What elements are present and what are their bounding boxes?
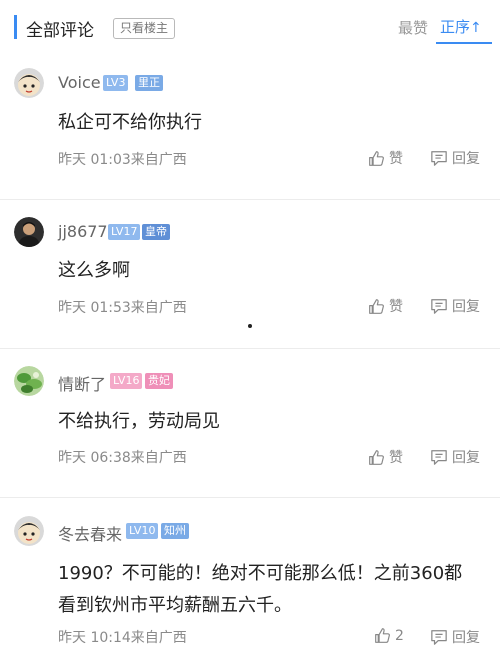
- level-badge: LV3: [103, 75, 129, 91]
- username[interactable]: 冬去春来: [58, 521, 122, 545]
- reply-button[interactable]: 回复: [430, 148, 480, 168]
- reply-bubble-icon: [431, 449, 447, 465]
- like-count: 2: [395, 627, 404, 644]
- thumbs-up-icon: [375, 628, 390, 643]
- like-label: 赞: [389, 450, 403, 466]
- username[interactable]: jj8677: [58, 222, 108, 241]
- reply-button[interactable]: 回复: [430, 447, 480, 467]
- level-badge: LV10: [126, 523, 159, 539]
- comment-item: Voice LV3 里正 私企可不给你执行 昨天 01:03来自广西 赞 回复: [0, 58, 500, 198]
- sort-ascending-label: 正序: [440, 18, 471, 36]
- reply-label: 回复: [452, 450, 480, 466]
- avatar-photo-icon[interactable]: [14, 217, 44, 247]
- comment-meta: 昨天 10:14来自广西: [58, 630, 187, 646]
- like-button[interactable]: 2: [374, 627, 404, 644]
- all-comments-title: 全部评论: [26, 21, 94, 41]
- like-button[interactable]: 赞: [368, 148, 403, 168]
- reply-button[interactable]: 回复: [430, 296, 480, 316]
- rank-badge: 知州: [161, 523, 189, 539]
- reply-bubble-icon: [431, 298, 447, 314]
- avatar-plant-icon[interactable]: [14, 366, 44, 396]
- comment-item: 冬去春来 LV10 知州 1990？不可能的！绝对不可能那么低！之前360都看到…: [0, 498, 500, 661]
- comment-meta: 昨天 06:38来自广西: [58, 450, 187, 466]
- header-accent-bar: [14, 15, 17, 39]
- like-label: 赞: [389, 299, 403, 315]
- comment-text: 这么多啊: [58, 260, 130, 281]
- reply-bubble-icon: [431, 150, 447, 166]
- like-button[interactable]: 赞: [368, 447, 403, 467]
- thumbs-up-icon: [369, 298, 384, 314]
- level-badge: LV17: [108, 224, 141, 240]
- comment-item: 情断了 LV16 贵妃 不给执行，劳动局见 昨天 06:38来自广西 赞 回复: [0, 349, 500, 497]
- username[interactable]: Voice: [58, 73, 101, 92]
- reply-label: 回复: [452, 630, 480, 646]
- only-host-button[interactable]: 只看楼主: [113, 18, 176, 39]
- reply-label: 回复: [452, 151, 480, 167]
- avatar-cartoon-icon[interactable]: [14, 68, 44, 98]
- arrow-up-icon: ↑: [470, 20, 482, 36]
- thumbs-up-icon: [369, 449, 384, 465]
- username[interactable]: 情断了: [58, 371, 106, 395]
- comments-header: 全部评论 只看楼主 最赞 正序↑: [0, 0, 500, 58]
- comment-text: 1990？不可能的！绝对不可能那么低！之前360都看到钦州市平均薪酬五六千。: [58, 563, 463, 616]
- avatar-cartoon-icon[interactable]: [14, 516, 44, 546]
- rank-badge: 皇帝: [142, 224, 170, 240]
- reply-bubble-icon: [431, 629, 447, 645]
- comment-meta: 昨天 01:03来自广西: [58, 152, 187, 168]
- reply-label: 回复: [452, 299, 480, 315]
- level-badge: LV16: [110, 373, 143, 389]
- like-label: 赞: [389, 151, 403, 167]
- reply-button[interactable]: 回复: [430, 627, 480, 647]
- sort-ascending-tab[interactable]: 正序↑: [440, 16, 482, 37]
- like-button[interactable]: 赞: [368, 296, 403, 316]
- stray-dot: [248, 324, 252, 328]
- comment-text: 私企可不给你执行: [58, 112, 202, 133]
- thumbs-up-icon: [369, 150, 384, 166]
- comment-meta: 昨天 01:53来自广西: [58, 300, 187, 316]
- comment-text: 不给执行，劳动局见: [58, 411, 220, 432]
- active-tab-underline: [436, 42, 492, 44]
- rank-badge: 贵妃: [145, 373, 173, 389]
- rank-badge: 里正: [135, 75, 163, 91]
- sort-most-liked-tab[interactable]: 最赞: [398, 17, 428, 38]
